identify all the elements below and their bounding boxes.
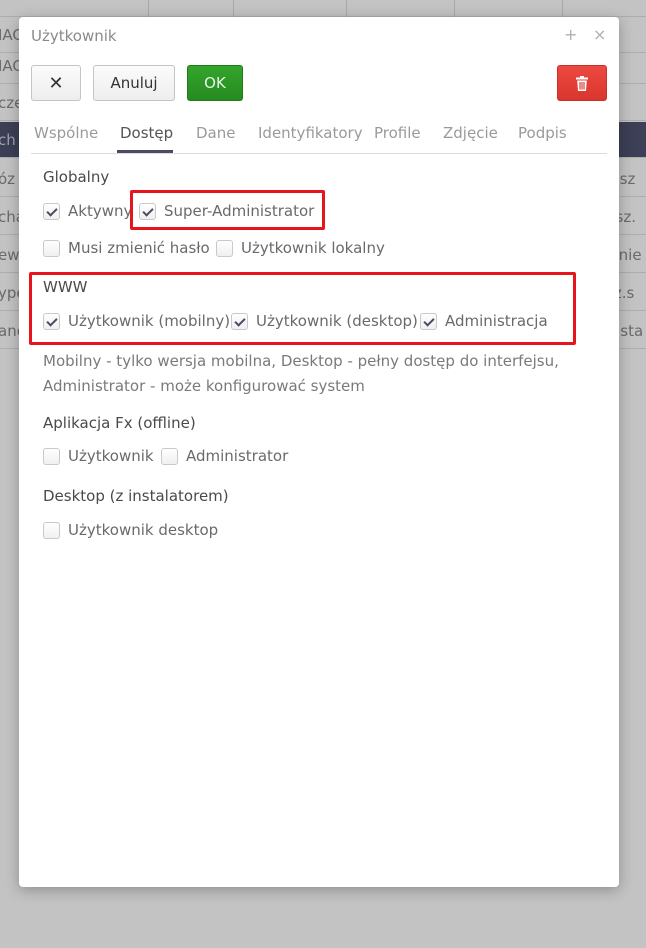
checkbox-box[interactable]: [43, 239, 60, 257]
bg-row: [0, 0, 646, 17]
checkbox-fx-uzytkownik[interactable]: Użytkownik: [43, 447, 154, 465]
checkbox-box[interactable]: [43, 521, 60, 539]
checkbox-uzytkownik-desktop-installer[interactable]: Użytkownik desktop: [43, 521, 218, 539]
tab-zdjecie[interactable]: Zdjęcie: [443, 124, 498, 142]
cancel-label: Anuluj: [110, 74, 158, 92]
checkbox-aktywny[interactable]: Aktywny: [43, 202, 132, 220]
trash-icon: [576, 75, 588, 91]
checkbox-box[interactable]: [43, 202, 60, 220]
checkbox-uzytkownik-mobilny[interactable]: Użytkownik (mobilny): [43, 312, 230, 330]
bg-column-divider: [454, 0, 455, 17]
checkbox-fx-administrator[interactable]: Administrator: [161, 447, 288, 465]
help-line: Mobilny - tylko wersja mobilna, Desktop …: [43, 352, 559, 370]
highlight-www: [29, 272, 576, 345]
checkbox-label: Użytkownik (mobilny): [68, 312, 231, 330]
user-dialog: Użytkownik + × ✕ Anuluj OK Wspólne Dostę…: [19, 17, 619, 887]
bg-column-divider: [562, 0, 563, 17]
tab-dane[interactable]: Dane: [196, 124, 235, 142]
section-title-global: Globalny: [43, 168, 110, 186]
tab-podpis[interactable]: Podpis: [518, 124, 567, 142]
x-icon: ✕: [48, 72, 64, 94]
checkbox-musi-zmienic-haslo[interactable]: Musi zmienić hasło: [43, 239, 210, 257]
tab-dostep[interactable]: Dostęp: [120, 124, 173, 142]
checkbox-label: Użytkownik: [68, 447, 154, 465]
checkbox-box[interactable]: [43, 312, 60, 330]
checkbox-label: Musi zmienić hasło: [68, 239, 210, 257]
expand-icon[interactable]: +: [564, 25, 577, 44]
checkbox-box[interactable]: [231, 312, 248, 330]
tab-bar: Wspólne Dostęp Dane Identyfikatory Profi…: [31, 115, 607, 154]
checkbox-uzytkownik-desktop[interactable]: Użytkownik (desktop): [231, 312, 418, 330]
section-title-desktop: Desktop (z instalatorem): [43, 487, 229, 505]
tab-wspolne[interactable]: Wspólne: [34, 124, 98, 142]
cancel-button[interactable]: Anuluj: [93, 65, 175, 101]
close-icon[interactable]: ×: [593, 25, 606, 44]
checkbox-box[interactable]: [161, 447, 178, 465]
checkbox-box[interactable]: [43, 447, 60, 465]
bg-column-divider: [233, 0, 234, 17]
checkbox-label: Administracja: [445, 312, 548, 330]
ok-label: OK: [204, 74, 226, 92]
checkbox-box[interactable]: [216, 239, 233, 257]
ok-button[interactable]: OK: [187, 65, 243, 101]
checkbox-label: Użytkownik desktop: [68, 521, 219, 539]
dialog-title: Użytkownik: [31, 27, 117, 45]
checkbox-box[interactable]: [420, 312, 437, 330]
delete-button[interactable]: [557, 65, 607, 101]
checkbox-label: Użytkownik lokalny: [241, 239, 385, 257]
checkbox-label: Aktywny: [68, 202, 133, 220]
help-line: Administrator - może konfigurować system: [43, 377, 365, 395]
checkbox-administracja[interactable]: Administracja: [420, 312, 548, 330]
tab-profile[interactable]: Profile: [374, 124, 421, 142]
close-button[interactable]: ✕: [31, 65, 81, 101]
bg-column-divider: [148, 0, 149, 17]
www-help-text: Mobilny - tylko wersja mobilna, Desktop …: [43, 349, 583, 399]
active-tab-indicator: [117, 150, 173, 153]
bg-column-divider: [346, 0, 347, 17]
checkbox-label: Administrator: [186, 447, 289, 465]
section-title-fx: Aplikacja Fx (offline): [43, 414, 196, 432]
checkbox-label: Użytkownik (desktop): [256, 312, 418, 330]
checkbox-uzytkownik-lokalny[interactable]: Użytkownik lokalny: [216, 239, 385, 257]
highlight-super-admin: [130, 190, 325, 230]
tab-identyfikatory[interactable]: Identyfikatory: [258, 124, 363, 142]
section-title-www: WWW: [43, 278, 88, 296]
